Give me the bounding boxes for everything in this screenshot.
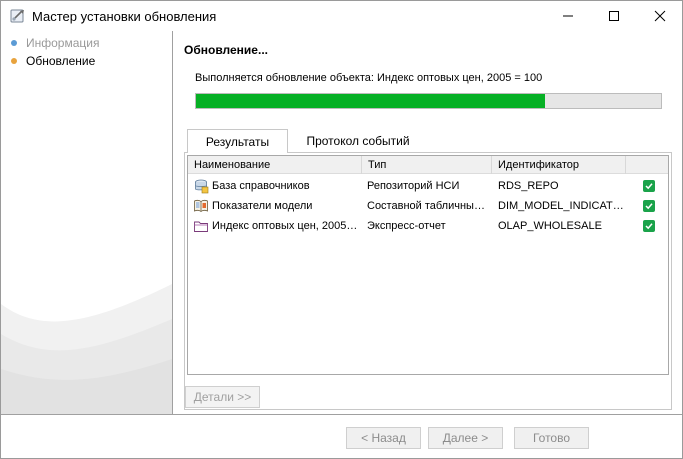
- minimize-button[interactable]: [545, 1, 591, 31]
- maximize-icon: [609, 11, 619, 21]
- column-header-type[interactable]: Тип: [362, 156, 492, 174]
- column-header-id[interactable]: Идентификатор: [492, 156, 626, 174]
- page-title: Обновление...: [184, 43, 268, 57]
- sidebar-divider: [172, 31, 173, 414]
- steps-sidebar: Информация Обновление: [1, 31, 172, 414]
- tab-event-log[interactable]: Протокол событий: [296, 129, 420, 153]
- step-bullet-icon: [11, 58, 17, 64]
- next-button[interactable]: Далее >: [428, 427, 503, 449]
- title-bar: Мастер установки обновления: [1, 1, 682, 31]
- minimize-icon: [563, 15, 573, 17]
- database-icon: [195, 179, 209, 194]
- row-id: RDS_REPO: [498, 180, 559, 192]
- window-title: Мастер установки обновления: [32, 9, 217, 24]
- table-row[interactable]: Индекс оптовых цен, 2005… Экспресс-отчет…: [188, 216, 668, 236]
- installer-app-icon: [10, 9, 24, 23]
- progress-bar: [195, 93, 662, 109]
- decorative-wave-graphic: [1, 284, 172, 414]
- row-name: База справочников: [212, 180, 310, 192]
- row-name: Индекс оптовых цен, 2005…: [212, 220, 358, 232]
- status-text: Выполняется обновление объекта: Индекс о…: [195, 72, 543, 84]
- table-header: Наименование Тип Идентификатор: [188, 156, 668, 174]
- column-header-name[interactable]: Наименование: [188, 156, 362, 174]
- column-header-status[interactable]: [626, 156, 668, 174]
- row-name: Показатели модели: [212, 200, 313, 212]
- results-tab-panel: Наименование Тип Идентификатор База спра…: [184, 152, 672, 410]
- row-id: DIM_MODEL_INDICAT…: [498, 200, 624, 212]
- row-type: Репозиторий НСИ: [367, 180, 460, 192]
- step-information: Информация: [11, 35, 99, 51]
- finish-button[interactable]: Готово: [514, 427, 589, 449]
- row-type: Составной табличный…: [367, 200, 489, 212]
- maximize-button[interactable]: [591, 1, 637, 31]
- step-bullet-icon: [11, 40, 17, 46]
- row-id: OLAP_WHOLESALE: [498, 220, 602, 232]
- details-button[interactable]: Детали >>: [185, 386, 260, 408]
- success-check-icon: [643, 220, 655, 232]
- success-check-icon: [643, 180, 655, 192]
- footer-divider: [1, 414, 682, 415]
- row-type: Экспресс-отчет: [367, 220, 446, 232]
- book-icon: [194, 200, 208, 213]
- progress-bar-fill: [196, 94, 545, 108]
- back-button[interactable]: < Назад: [346, 427, 421, 449]
- folder-icon: [194, 221, 208, 232]
- close-button[interactable]: [637, 1, 682, 31]
- step-label: Обновление: [26, 54, 96, 68]
- table-row[interactable]: Показатели модели Составной табличный… D…: [188, 196, 668, 216]
- success-check-icon: [643, 200, 655, 212]
- close-icon: [654, 10, 666, 22]
- step-label: Информация: [26, 36, 100, 50]
- installer-window: Мастер установки обновления Информация О…: [0, 0, 683, 459]
- table-row[interactable]: База справочников Репозиторий НСИ RDS_RE…: [188, 176, 668, 196]
- results-table[interactable]: Наименование Тип Идентификатор База спра…: [187, 155, 669, 375]
- step-update: Обновление: [11, 53, 95, 69]
- tab-results[interactable]: Результаты: [187, 129, 288, 153]
